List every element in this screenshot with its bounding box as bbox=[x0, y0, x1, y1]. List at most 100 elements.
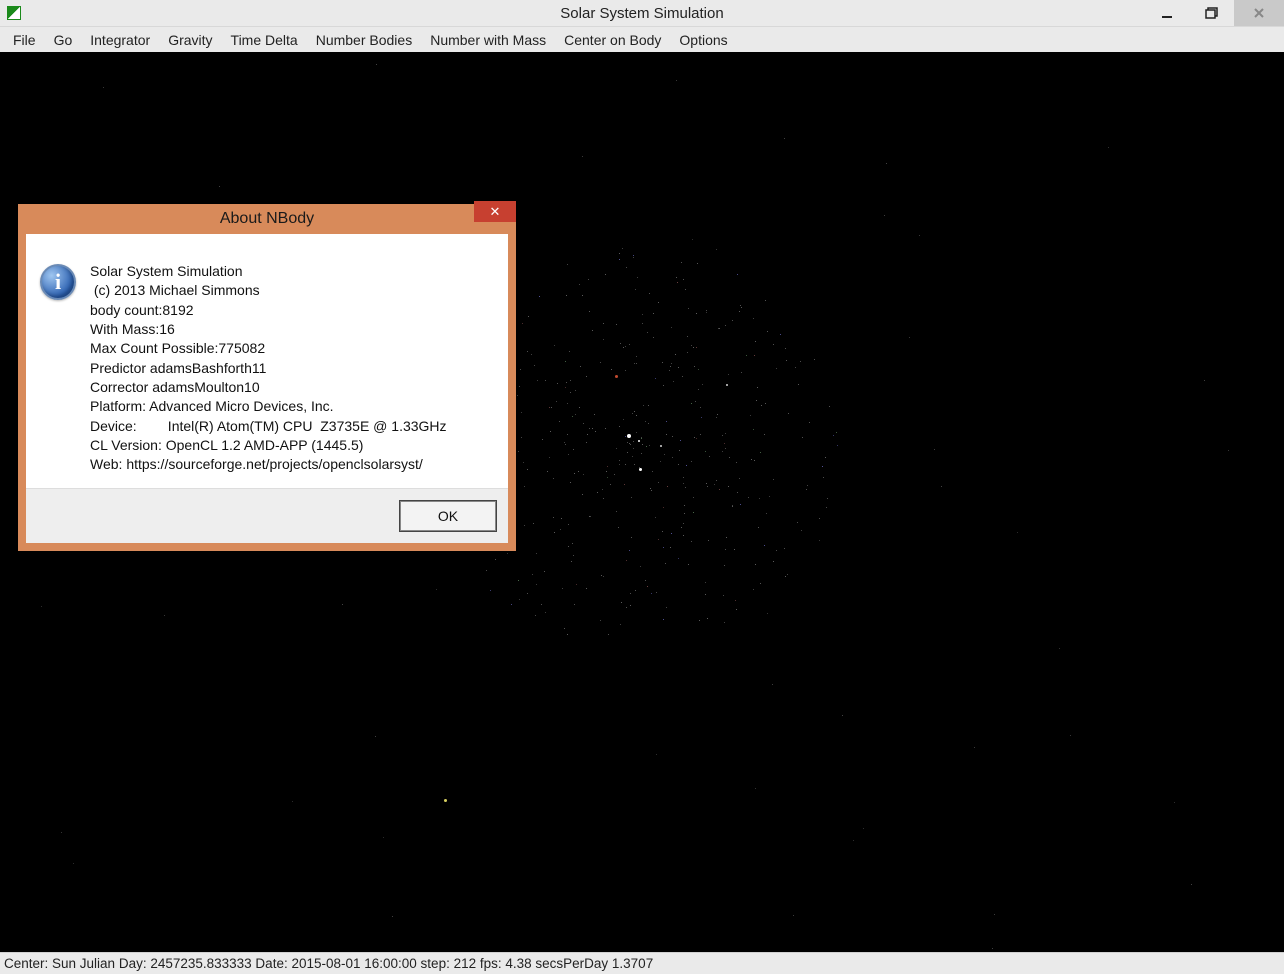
star bbox=[683, 279, 684, 280]
star bbox=[572, 416, 573, 417]
star bbox=[620, 624, 621, 625]
star bbox=[725, 325, 726, 326]
star bbox=[658, 302, 659, 303]
star bbox=[626, 267, 627, 268]
star bbox=[648, 423, 649, 424]
star bbox=[697, 263, 698, 264]
star bbox=[653, 337, 654, 338]
menu-time-delta[interactable]: Time Delta bbox=[222, 30, 307, 50]
star bbox=[518, 580, 519, 581]
star bbox=[751, 459, 752, 460]
close-icon bbox=[1253, 7, 1265, 19]
star bbox=[753, 318, 754, 319]
dialog-titlebar[interactable]: About NBody ✕ bbox=[18, 204, 516, 234]
star bbox=[700, 407, 701, 408]
star bbox=[573, 449, 574, 450]
star bbox=[786, 360, 787, 361]
star bbox=[785, 576, 786, 577]
star bbox=[696, 438, 697, 439]
star bbox=[520, 369, 521, 370]
star bbox=[658, 539, 659, 540]
star bbox=[600, 362, 601, 363]
star bbox=[534, 365, 535, 366]
menu-number-bodies[interactable]: Number Bodies bbox=[307, 30, 422, 50]
menu-file[interactable]: File bbox=[4, 30, 45, 50]
star bbox=[734, 549, 735, 550]
star bbox=[681, 527, 682, 528]
star bbox=[645, 580, 646, 581]
star bbox=[570, 482, 571, 483]
star bbox=[636, 432, 637, 433]
star bbox=[691, 461, 692, 462]
ok-button[interactable]: OK bbox=[400, 501, 496, 531]
star bbox=[754, 460, 755, 461]
star bbox=[642, 444, 643, 445]
star bbox=[629, 443, 630, 444]
star bbox=[764, 545, 765, 546]
star bbox=[705, 451, 706, 452]
menubar: File Go Integrator Gravity Time Delta Nu… bbox=[0, 27, 1284, 52]
close-button[interactable] bbox=[1234, 0, 1284, 26]
star bbox=[567, 403, 568, 404]
star bbox=[753, 429, 754, 430]
simulation-canvas[interactable]: About NBody ✕ i Solar System Simulation … bbox=[0, 52, 1284, 952]
star bbox=[676, 80, 677, 81]
star bbox=[722, 435, 723, 436]
star bbox=[716, 417, 717, 418]
menu-integrator[interactable]: Integrator bbox=[81, 30, 159, 50]
menu-go[interactable]: Go bbox=[45, 30, 82, 50]
star bbox=[795, 367, 796, 368]
star bbox=[633, 257, 634, 258]
star bbox=[693, 512, 694, 513]
star bbox=[625, 346, 626, 347]
star bbox=[607, 477, 608, 478]
star bbox=[735, 600, 736, 601]
star bbox=[583, 423, 584, 424]
menu-gravity[interactable]: Gravity bbox=[159, 30, 221, 50]
star bbox=[706, 483, 707, 484]
star bbox=[554, 532, 555, 533]
star bbox=[756, 400, 757, 401]
star bbox=[641, 438, 642, 439]
star bbox=[638, 440, 640, 442]
star bbox=[680, 440, 681, 441]
menu-options[interactable]: Options bbox=[670, 30, 736, 50]
menu-number-with-mass[interactable]: Number with Mass bbox=[421, 30, 555, 50]
star bbox=[685, 289, 686, 290]
star bbox=[554, 345, 555, 346]
star bbox=[800, 361, 801, 362]
star bbox=[809, 422, 810, 423]
menu-center-on-body[interactable]: Center on Body bbox=[555, 30, 670, 50]
star bbox=[611, 369, 612, 370]
close-icon: ✕ bbox=[490, 204, 501, 220]
star bbox=[651, 490, 652, 491]
star bbox=[683, 523, 684, 524]
star bbox=[547, 471, 548, 472]
star bbox=[566, 382, 567, 383]
star bbox=[536, 553, 537, 554]
star bbox=[532, 574, 533, 575]
star bbox=[758, 527, 759, 528]
star bbox=[603, 339, 604, 340]
star bbox=[219, 186, 220, 187]
star bbox=[716, 249, 717, 250]
about-line-10: Web: https://sourceforge.net/projects/op… bbox=[90, 455, 447, 474]
maximize-button[interactable] bbox=[1189, 0, 1234, 26]
star bbox=[574, 473, 575, 474]
star bbox=[1070, 735, 1071, 736]
star bbox=[518, 451, 519, 452]
star bbox=[595, 431, 596, 432]
star bbox=[766, 513, 767, 514]
star bbox=[780, 334, 781, 335]
about-line-5: Predictor adamsBashforth11 bbox=[90, 359, 447, 378]
star bbox=[726, 537, 727, 538]
star bbox=[635, 590, 636, 591]
star bbox=[663, 507, 664, 508]
star bbox=[624, 484, 625, 485]
star bbox=[683, 477, 684, 478]
star bbox=[565, 444, 566, 445]
dialog-close-button[interactable]: ✕ bbox=[474, 201, 516, 222]
star bbox=[725, 448, 726, 449]
star bbox=[587, 434, 588, 435]
minimize-button[interactable] bbox=[1144, 0, 1189, 26]
